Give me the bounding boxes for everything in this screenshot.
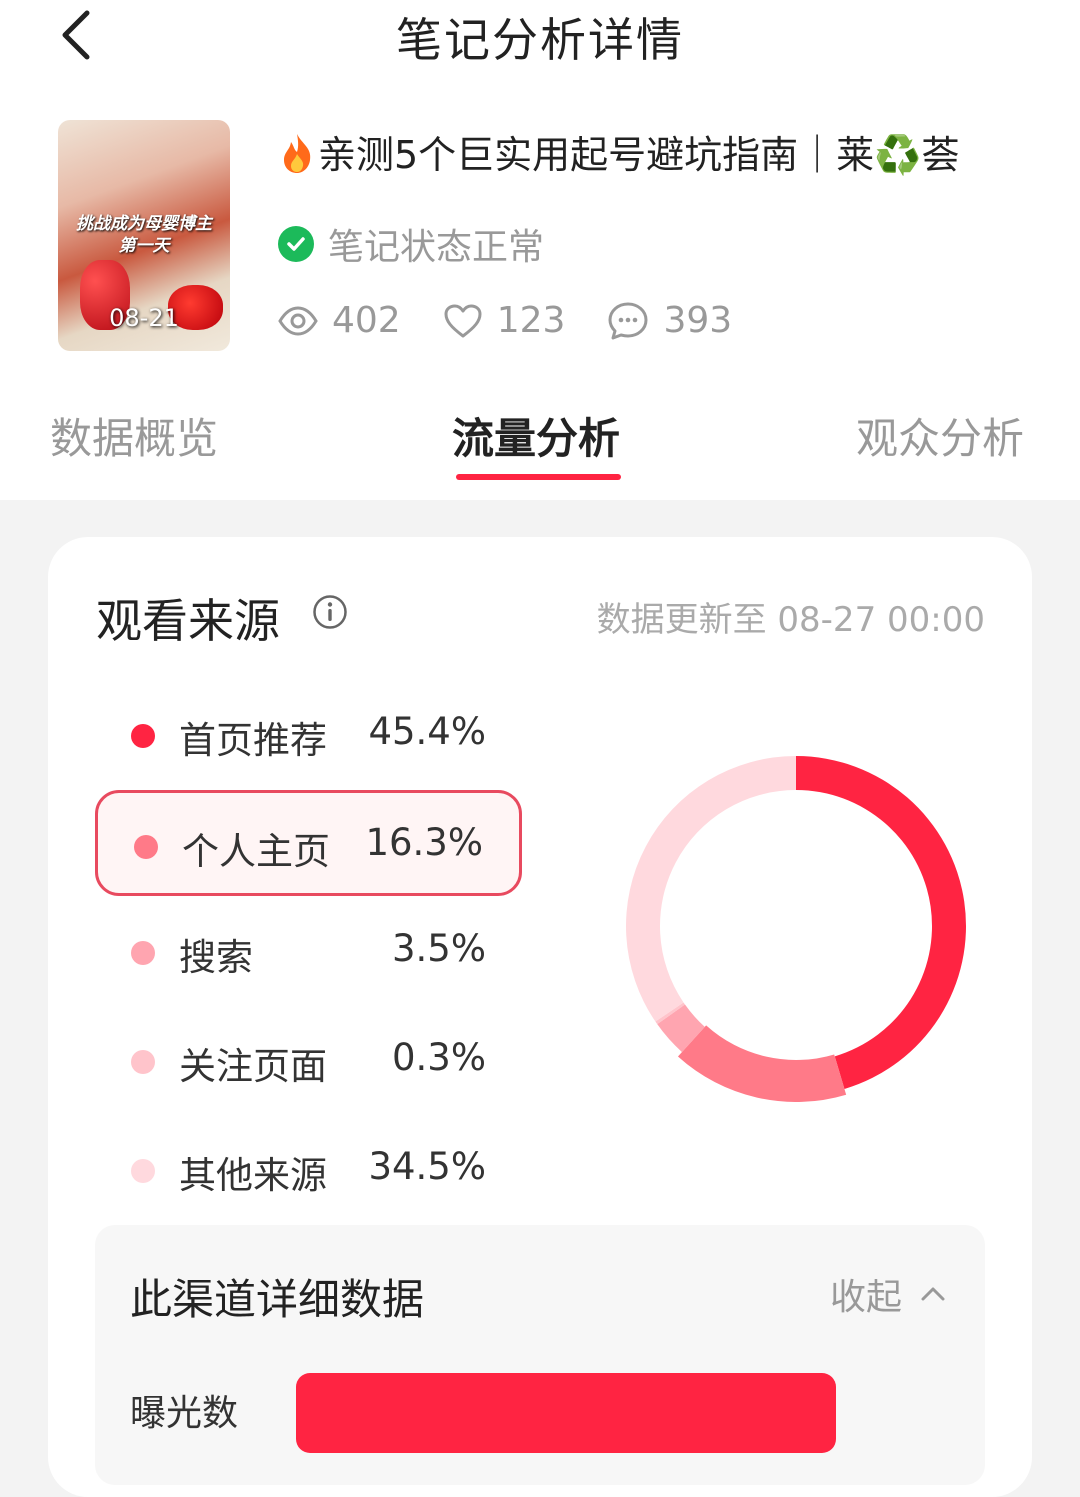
legend-label: 搜索 bbox=[179, 936, 253, 979]
note-thumbnail[interactable]: 挑战成为母婴博主 第一天 08-21 bbox=[58, 120, 230, 351]
donut-segment-home-recommend[interactable] bbox=[796, 756, 966, 1089]
legend-item-other-sources[interactable]: 其他来源 34.5% bbox=[95, 1117, 522, 1223]
update-time: 数据更新至 08-27 00:00 bbox=[596, 600, 985, 640]
legend-dot bbox=[134, 835, 158, 859]
legend-dot bbox=[131, 724, 155, 748]
active-tab-indicator bbox=[456, 474, 621, 480]
thumbnail-caption: 挑战成为母婴博主 第一天 bbox=[58, 213, 230, 257]
legend-item-search[interactable]: 搜索 3.5% bbox=[95, 899, 522, 1005]
check-circle-icon bbox=[278, 226, 314, 262]
legend-label: 个人主页 bbox=[182, 830, 330, 873]
legend-label: 其他来源 bbox=[179, 1154, 327, 1197]
comments-stat: 393 bbox=[607, 300, 732, 341]
note-status: 笔记状态正常 bbox=[278, 218, 544, 270]
views-count: 402 bbox=[332, 300, 401, 341]
donut-segment-personal-page[interactable] bbox=[677, 1025, 847, 1102]
heart-icon bbox=[444, 304, 482, 337]
legend-item-home-recommend[interactable]: 首页推荐 45.4% bbox=[95, 682, 522, 788]
donut-segment-other-sources[interactable] bbox=[626, 756, 796, 1022]
legend-dot bbox=[131, 941, 155, 965]
comments-count: 393 bbox=[663, 300, 733, 341]
tab-overview[interactable]: 数据概览 bbox=[50, 405, 218, 466]
note-title-row: 亲测5个巨实用起号避坑指南｜莱♻️荟 bbox=[280, 124, 960, 179]
legend-label: 关注页面 bbox=[179, 1045, 327, 1088]
views-stat: 402 bbox=[278, 300, 401, 341]
collapse-button[interactable]: 收起 bbox=[830, 1268, 946, 1320]
status-text: 笔记状态正常 bbox=[328, 227, 545, 268]
note-stats: 402 123 393 bbox=[278, 300, 774, 341]
info-icon[interactable] bbox=[312, 594, 348, 630]
legend-dot bbox=[131, 1050, 155, 1074]
legend-dot bbox=[131, 1159, 155, 1183]
legend-item-following-page[interactable]: 关注页面 0.3% bbox=[95, 1008, 522, 1114]
legend-value: 45.4% bbox=[368, 710, 486, 753]
comment-icon bbox=[608, 302, 648, 339]
thumbnail-caption-line2: 第一天 bbox=[118, 236, 170, 256]
source-donut-chart bbox=[626, 756, 966, 1102]
legend-value: 0.3% bbox=[392, 1036, 486, 1079]
collapse-label: 收起 bbox=[830, 1277, 903, 1318]
legend-value: 34.5% bbox=[368, 1145, 486, 1188]
exposure-bar bbox=[296, 1373, 836, 1453]
legend-value: 16.3% bbox=[365, 821, 483, 864]
legend-item-personal-page[interactable]: 个人主页 16.3% bbox=[95, 790, 522, 896]
legend-value: 3.5% bbox=[392, 927, 486, 970]
detail-title: 此渠道详细数据 bbox=[130, 1275, 425, 1324]
chevron-up-icon bbox=[921, 1287, 945, 1301]
section-title: 观看来源 bbox=[96, 594, 280, 648]
legend-label: 首页推荐 bbox=[179, 719, 327, 762]
eye-icon bbox=[278, 305, 318, 336]
fire-icon bbox=[284, 134, 311, 173]
note-title: 亲测5个巨实用起号避坑指南｜莱♻️荟 bbox=[318, 133, 960, 177]
exposure-label: 曝光数 bbox=[130, 1393, 239, 1434]
thumbnail-date: 08-21 bbox=[109, 304, 179, 332]
tab-traffic[interactable]: 流量分析 bbox=[452, 405, 620, 466]
likes-stat: 123 bbox=[443, 300, 566, 341]
tab-audience[interactable]: 观众分析 bbox=[856, 405, 1024, 466]
tab-bar: 数据概览 流量分析 观众分析 bbox=[0, 405, 1080, 485]
thumbnail-caption-line1: 挑战成为母婴博主 bbox=[76, 214, 212, 234]
likes-count: 123 bbox=[496, 300, 566, 341]
page-title: 笔记分析详情 bbox=[396, 13, 684, 67]
